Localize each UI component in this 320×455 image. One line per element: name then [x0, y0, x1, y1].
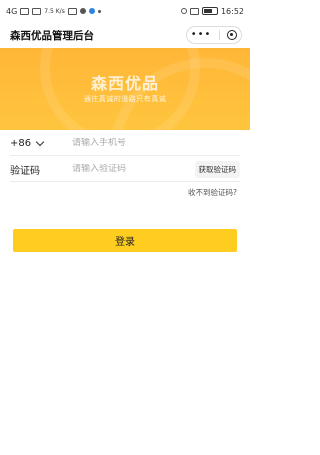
- app-notification-icon-2: [88, 8, 95, 14]
- banner-title: 森西优品: [90, 74, 159, 93]
- network-label: 4G: [6, 6, 18, 16]
- miniprogram-capsule: •••: [186, 26, 242, 44]
- status-right: 16:52: [180, 6, 244, 16]
- clock: 16:52: [220, 6, 244, 16]
- code-row: 验证码 获取验证码: [10, 157, 240, 182]
- more-dots-icon[interactable]: •••: [191, 30, 212, 40]
- target-close-icon[interactable]: [227, 30, 238, 40]
- image-notification-icon: [67, 7, 77, 15]
- signal-icon: [20, 7, 30, 15]
- status-bar: 4G 7.5 K/s 16:52: [0, 0, 250, 22]
- wifi-icon: [32, 7, 42, 15]
- phone-input[interactable]: [72, 138, 240, 148]
- phone-row: +86: [10, 131, 240, 156]
- page-title: 森西优品管理后台: [10, 29, 94, 42]
- banner-slogan: 通往真诚的道路只有真诚: [83, 95, 167, 103]
- nav-bar: 森西优品管理后台 •••: [0, 22, 250, 48]
- battery-icon: [201, 7, 218, 15]
- alarm-icon: [180, 8, 187, 14]
- code-label: 验证码: [10, 165, 40, 177]
- capsule-divider: [218, 30, 220, 40]
- country-code-selector[interactable]: +86: [10, 137, 72, 149]
- chevron-down-icon: [35, 137, 45, 146]
- vibrate-icon: [189, 7, 199, 15]
- no-code-link[interactable]: 收不到验证码?: [188, 187, 237, 198]
- code-input[interactable]: [72, 164, 195, 174]
- more-notifications-icon: [97, 9, 101, 13]
- get-code-button[interactable]: 获取验证码: [194, 160, 240, 178]
- login-button[interactable]: 登录: [13, 229, 237, 252]
- app-notification-icon: [79, 8, 86, 14]
- speed-label: 7.5 K/s: [44, 7, 65, 15]
- header-banner: 森西优品 通往真诚的道路只有真诚: [0, 48, 250, 130]
- status-left: 4G 7.5 K/s: [6, 7, 101, 16]
- country-code-value: +86: [10, 137, 32, 149]
